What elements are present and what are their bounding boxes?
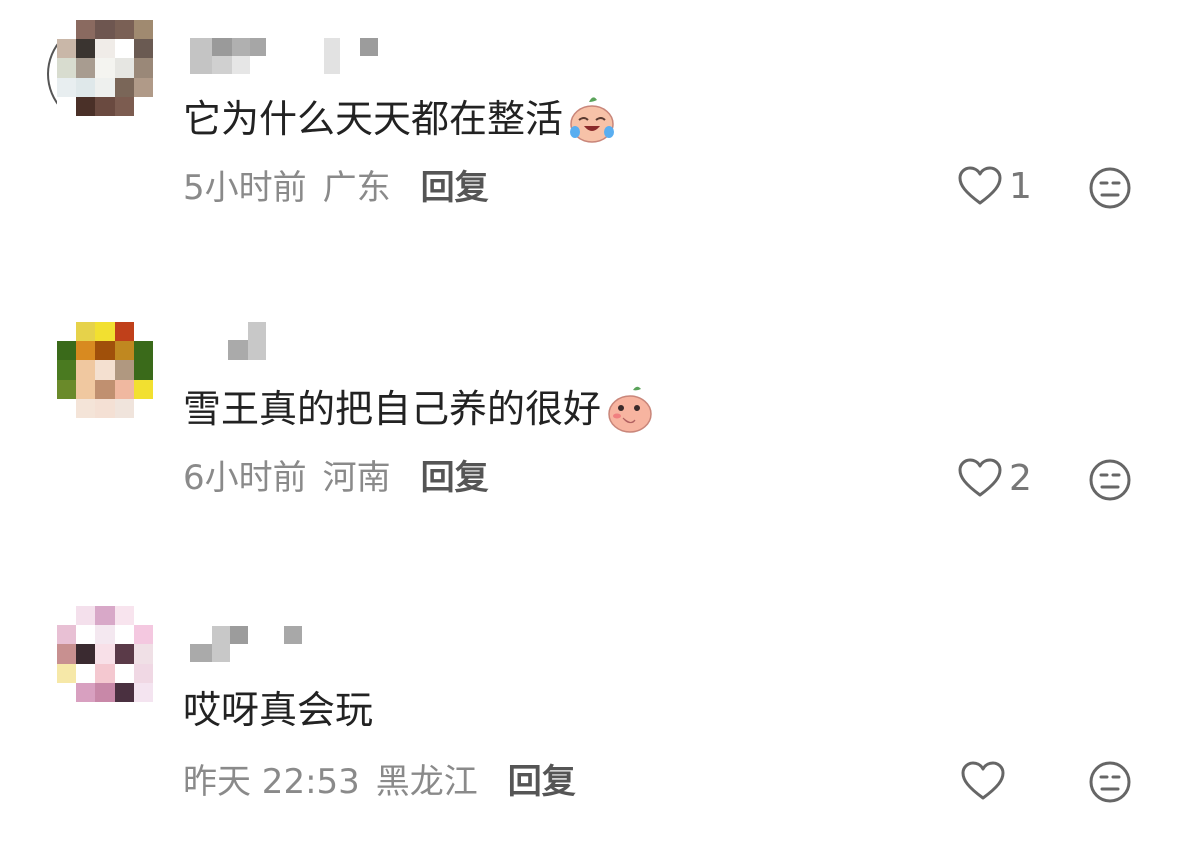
like-button[interactable] bbox=[960, 760, 1012, 802]
avatar[interactable] bbox=[57, 606, 153, 702]
comment-text: 哎呀真会玩 bbox=[183, 686, 373, 734]
comment-location: 河南 bbox=[322, 458, 391, 498]
comment-item: 哎呀真会玩 昨天 22:53 黑龙江 回复 bbox=[0, 0, 1200, 803]
comment-time: 6小时前 bbox=[183, 458, 307, 498]
reply-button[interactable]: 回复 bbox=[421, 456, 489, 500]
expressionless-face-icon[interactable] bbox=[1088, 458, 1132, 502]
heart-icon bbox=[961, 761, 1005, 800]
comment-text-label: 雪王真的把自己养的很好 bbox=[183, 387, 602, 431]
comment-meta: 6小时前 河南 回复 bbox=[183, 456, 489, 500]
comment-location: 黑龙江 bbox=[375, 762, 478, 802]
reply-button[interactable]: 回复 bbox=[508, 760, 576, 804]
comment-text: 雪王真的把自己养的很好 bbox=[183, 384, 655, 434]
comment-meta: 昨天 22:53 黑龙江 回复 bbox=[183, 760, 576, 804]
like-button[interactable]: 2 bbox=[957, 457, 1032, 499]
like-count: 2 bbox=[1009, 457, 1032, 499]
shy-peach-icon bbox=[608, 386, 652, 433]
expressionless-face-icon[interactable] bbox=[1088, 760, 1132, 804]
username-blurred[interactable] bbox=[188, 322, 388, 362]
heart-icon bbox=[958, 458, 1002, 497]
username-blurred[interactable] bbox=[188, 626, 388, 666]
comment-text-label: 哎呀真会玩 bbox=[183, 688, 374, 732]
avatar[interactable] bbox=[57, 322, 153, 418]
comment-time: 昨天 22:53 bbox=[183, 762, 360, 802]
